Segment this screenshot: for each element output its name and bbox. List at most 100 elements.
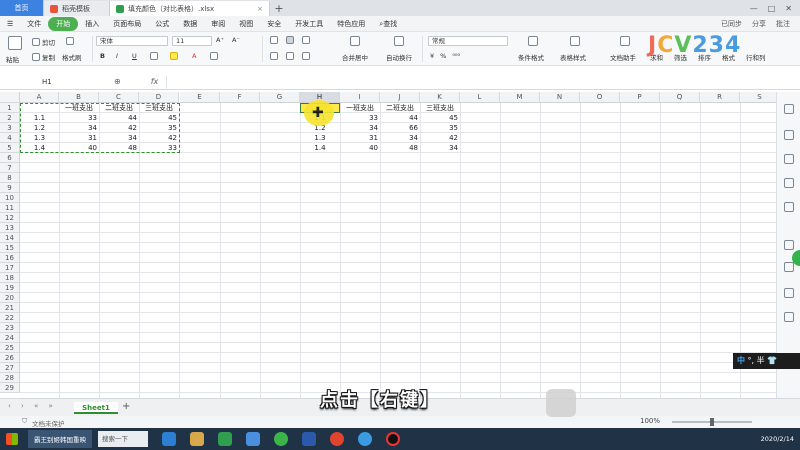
right-table-header-cell[interactable]: 一班支出 (340, 103, 380, 113)
column-header-p[interactable]: P (620, 92, 660, 103)
ie-icon[interactable] (162, 432, 176, 446)
font-size-select[interactable]: 11 (172, 36, 212, 46)
column-header-a[interactable]: A (20, 92, 59, 103)
row-header-3[interactable]: 3 (0, 123, 20, 133)
maximize-icon[interactable]: □ (768, 4, 776, 13)
conditional-format-button[interactable]: 条件格式 (518, 52, 544, 62)
ime-toolbar[interactable]: 中 °, 半 👕 (733, 353, 800, 369)
column-header-d[interactable]: D (139, 92, 179, 103)
column-header-b[interactable]: B (59, 92, 99, 103)
right-table-value-cell[interactable]: 34 (420, 143, 460, 153)
merge-icon-button[interactable] (350, 36, 360, 46)
right-table-value-cell[interactable]: 44 (380, 113, 420, 123)
formula-input[interactable] (166, 75, 766, 88)
align-top-icon[interactable] (270, 36, 278, 44)
row-header-13[interactable]: 13 (0, 223, 20, 233)
row-header-1[interactable]: 1 (0, 103, 20, 113)
wps-writer-icon[interactable] (302, 432, 316, 446)
right-table-label-cell[interactable]: 1.4 (300, 143, 340, 153)
hamburger-menu-icon[interactable]: ☰ (0, 20, 20, 28)
sidebar-help-icon[interactable] (784, 312, 794, 322)
chrome-icon[interactable] (330, 432, 344, 446)
tab-document[interactable]: 填充颜色（对比表格）.xlsx × (110, 1, 270, 16)
menu-file[interactable]: 文件 (20, 19, 48, 29)
right-table-header-cell[interactable]: 三班支出 (420, 103, 460, 113)
font-name-select[interactable]: 宋体 (96, 36, 168, 46)
share-button[interactable]: 分享 (752, 19, 766, 29)
row-header-8[interactable]: 8 (0, 173, 20, 183)
menu-special[interactable]: 特色应用 (330, 19, 372, 29)
column-header-g[interactable]: G (260, 92, 300, 103)
right-table-value-cell[interactable]: 35 (420, 123, 460, 133)
font-shrink-button[interactable]: A⁻ (232, 36, 240, 44)
rows-cols-button[interactable]: 行和列 (746, 52, 766, 62)
menu-security[interactable]: 安全 (260, 19, 288, 29)
bold-button[interactable]: B (100, 52, 105, 60)
wrap-text-button[interactable]: 自动换行 (386, 52, 412, 62)
folder-icon[interactable] (190, 432, 204, 446)
table-style-button[interactable]: 表格样式 (560, 52, 586, 62)
row-header-14[interactable]: 14 (0, 233, 20, 243)
align-right-icon[interactable] (302, 52, 310, 60)
column-header-n[interactable]: N (540, 92, 580, 103)
row-header-2[interactable]: 2 (0, 113, 20, 123)
add-sheet-button[interactable]: + (122, 401, 130, 412)
menu-insert[interactable]: 插入 (78, 19, 106, 29)
column-header-r[interactable]: R (700, 92, 740, 103)
conditional-icon-button[interactable] (528, 36, 538, 46)
name-box[interactable]: H1 (4, 76, 104, 88)
close-tab-icon[interactable]: × (257, 5, 263, 13)
align-center-icon[interactable] (286, 52, 294, 60)
menu-review[interactable]: 审阅 (204, 19, 232, 29)
row-header-27[interactable]: 27 (0, 363, 20, 373)
zoom-slider-thumb[interactable] (710, 418, 714, 426)
sidebar-property-icon[interactable] (784, 154, 794, 164)
row-header-16[interactable]: 16 (0, 253, 20, 263)
menu-developer[interactable]: 开发工具 (288, 19, 330, 29)
row-header-20[interactable]: 20 (0, 293, 20, 303)
underline-button[interactable]: U (132, 52, 137, 60)
row-header-25[interactable]: 25 (0, 343, 20, 353)
menu-data[interactable]: 数据 (176, 19, 204, 29)
right-table-value-cell[interactable]: 33 (340, 113, 380, 123)
menu-home[interactable]: 开始 (48, 16, 79, 31)
doc-helper-button[interactable]: 文档助手 (610, 52, 636, 62)
right-table-value-cell[interactable]: 66 (380, 123, 420, 133)
row-header-26[interactable]: 26 (0, 353, 20, 363)
row-header-4[interactable]: 4 (0, 133, 20, 143)
right-table-value-cell[interactable]: 42 (420, 133, 460, 143)
menu-page-layout[interactable]: 页面布局 (106, 19, 148, 29)
row-header-5[interactable]: 5 (0, 143, 20, 153)
column-header-m[interactable]: M (500, 92, 540, 103)
sidebar-select-icon[interactable] (784, 104, 794, 114)
store-icon[interactable] (218, 432, 232, 446)
right-table-value-cell[interactable]: 40 (340, 143, 380, 153)
right-table-header-cell[interactable]: 二班支出 (380, 103, 420, 113)
row-header-22[interactable]: 22 (0, 313, 20, 323)
column-header-i[interactable]: I (340, 92, 380, 103)
right-table-value-cell[interactable]: 34 (380, 133, 420, 143)
fill-color-button[interactable] (170, 52, 178, 60)
row-header-12[interactable]: 12 (0, 213, 20, 223)
align-middle-icon[interactable] (286, 36, 294, 44)
cloud-icon[interactable] (246, 432, 260, 446)
align-bottom-icon[interactable] (302, 36, 310, 44)
column-header-s[interactable]: S (740, 92, 776, 103)
align-left-icon[interactable] (270, 52, 278, 60)
row-header-29[interactable]: 29 (0, 383, 20, 393)
paste-label[interactable]: 粘贴 (6, 54, 19, 64)
sync-button[interactable]: 已同步 (721, 19, 742, 29)
row-header-28[interactable]: 28 (0, 373, 20, 383)
sheet-tab-sheet1[interactable]: Sheet1 (74, 402, 118, 414)
column-header-e[interactable]: E (180, 92, 220, 103)
menu-formula[interactable]: 公式 (148, 19, 176, 29)
spreadsheet-grid[interactable]: A B C D E F G H I J K L M N O P Q R S 1 2 3 4 5 6 7 8 9 10 11 12 13 14 15… (0, 92, 776, 398)
zoom-level[interactable]: 100% (640, 417, 660, 425)
edge-icon[interactable] (358, 432, 372, 446)
currency-icon[interactable]: ¥ (430, 52, 434, 60)
right-table-value-cell[interactable]: 31 (340, 133, 380, 143)
sidebar-shape-icon[interactable] (784, 240, 794, 250)
sheet-nav-arrows[interactable]: ‹ › « » (8, 402, 57, 410)
percent-icon[interactable]: % (440, 52, 446, 60)
right-table-value-cell[interactable]: 34 (340, 123, 380, 133)
